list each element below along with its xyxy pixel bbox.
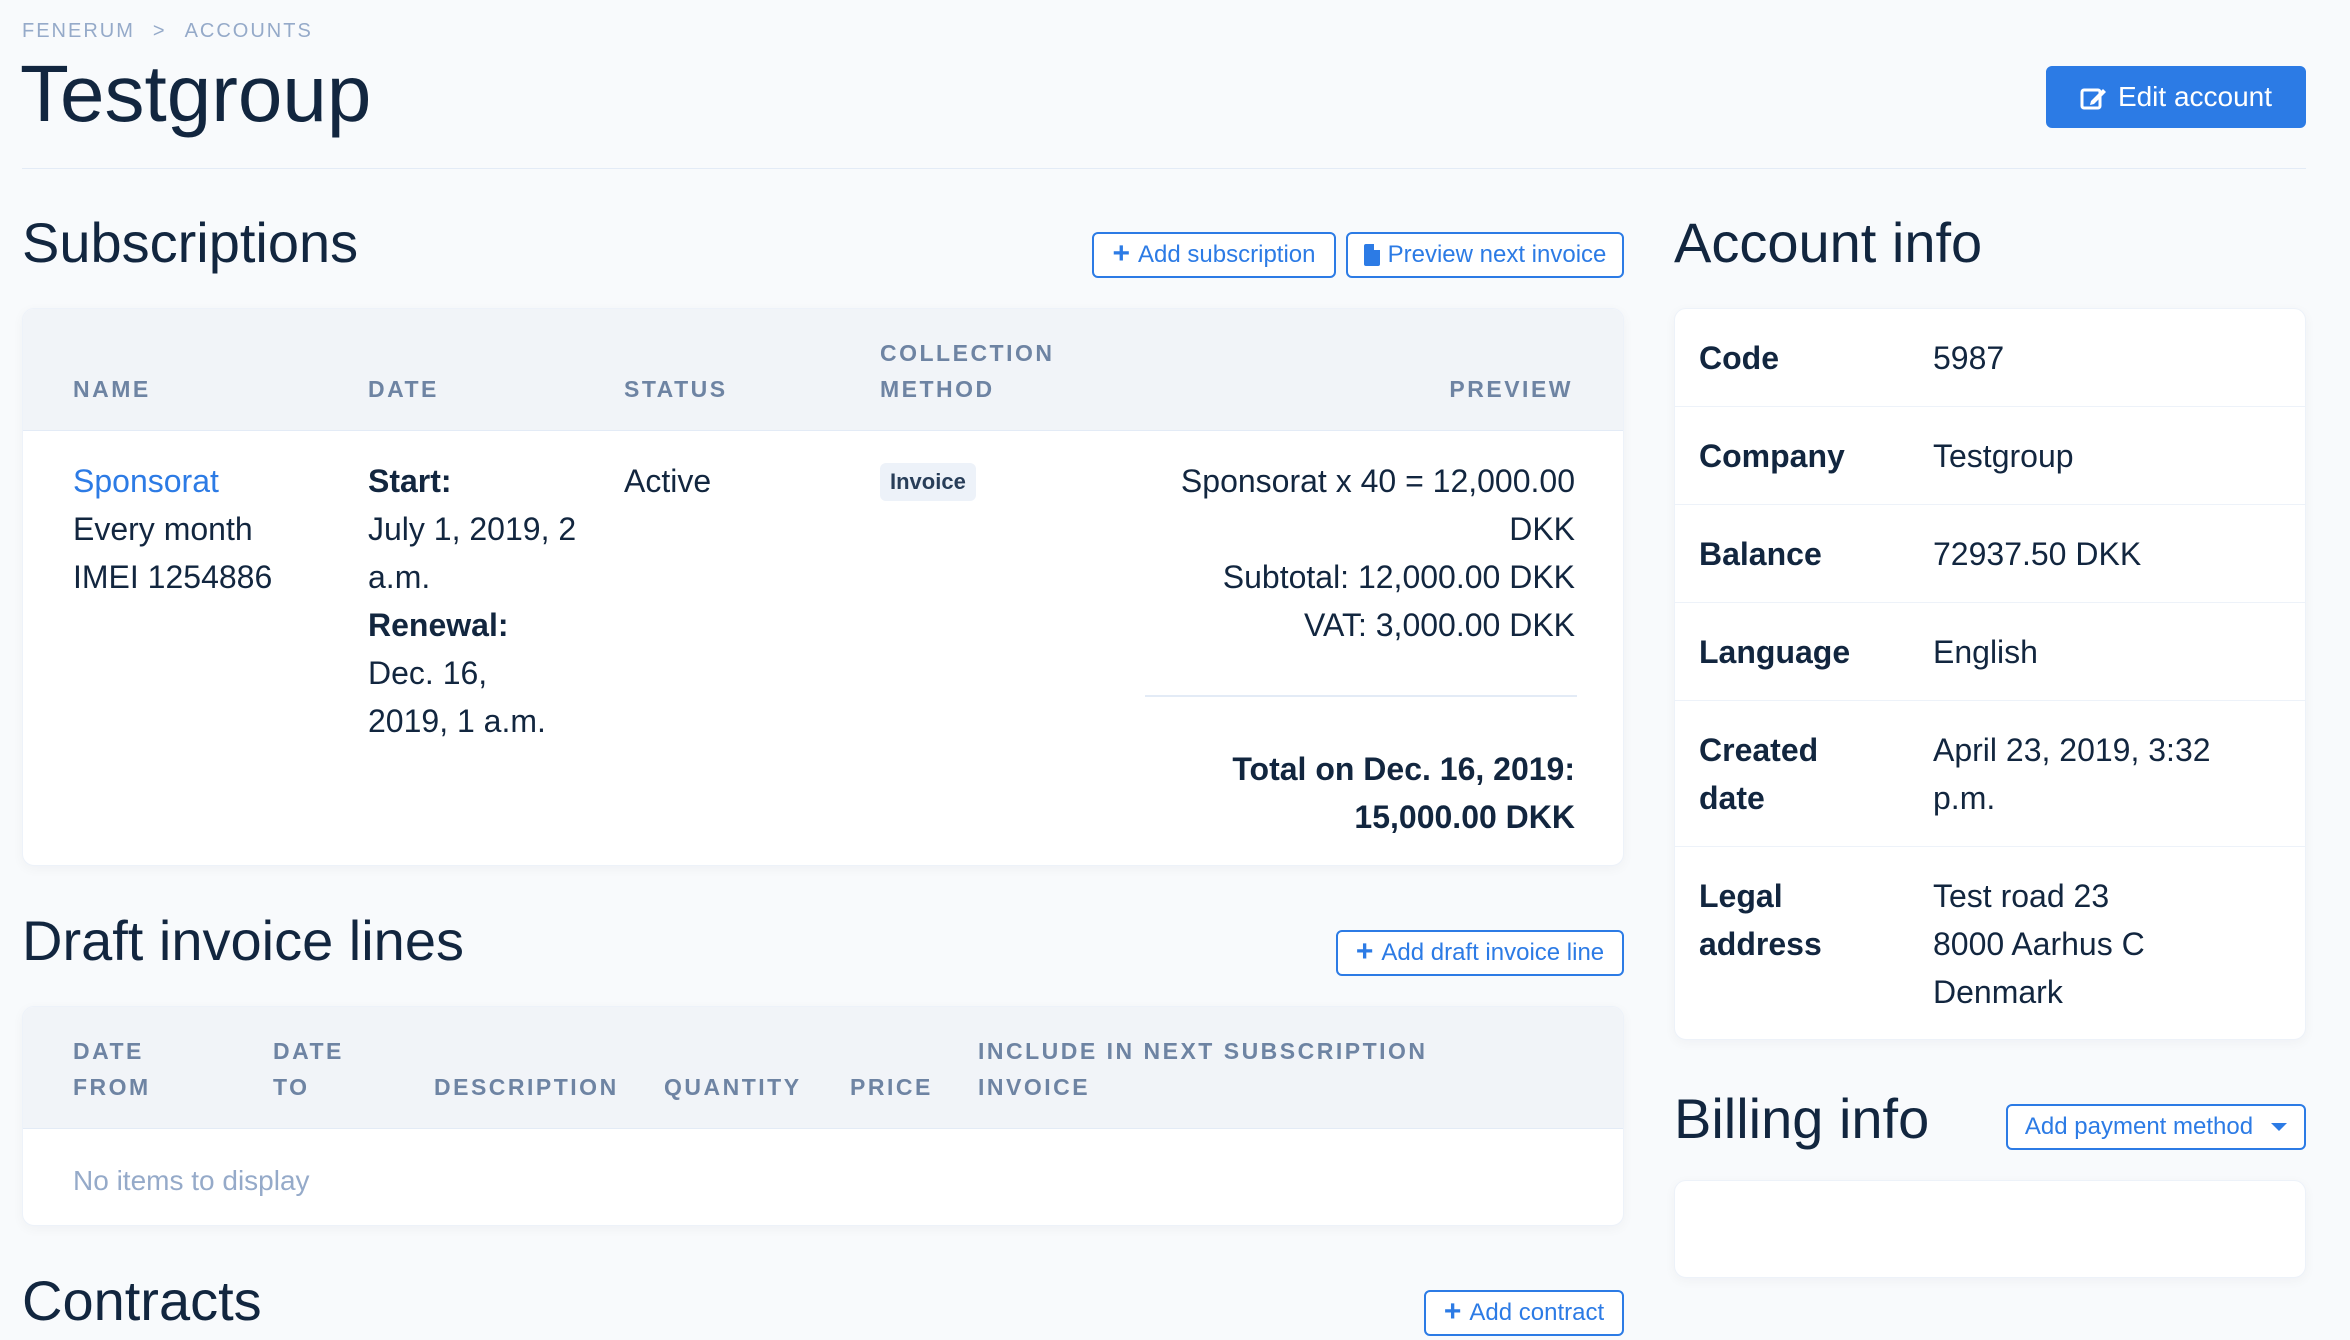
col-include-next-2[interactable]: INVOICE: [978, 1069, 1090, 1105]
edit-account-button[interactable]: Edit account: [2046, 66, 2306, 128]
start-date-line1: July 1, 2019, 2: [368, 511, 577, 547]
code-value: 5987: [1933, 340, 2005, 376]
collection-method-badge: Invoice: [880, 463, 976, 501]
col-date-from[interactable]: DATE: [73, 1033, 144, 1069]
start-date-line2: a.m.: [368, 559, 431, 595]
caret-down-icon: [2271, 1123, 2288, 1131]
col-collection[interactable]: COLLECTION: [880, 335, 1055, 371]
col-name[interactable]: NAME: [73, 371, 151, 407]
col-include-next[interactable]: INCLUDE IN NEXT SUBSCRIPTION: [978, 1033, 1428, 1069]
legal-value-3: Denmark: [1933, 974, 2063, 1010]
draft-invoice-lines-table: DATE FROM DATE TO DESCRIPTION QUANTITY P…: [22, 1006, 1624, 1226]
col-method[interactable]: METHOD: [880, 371, 995, 407]
page: FENERUM > ACCOUNTS Testgroup Edit accoun…: [0, 0, 2350, 1340]
add-subscription-label: Add subscription: [1138, 241, 1316, 268]
contracts-title: Contracts: [22, 1269, 262, 1332]
preview-divider: [1145, 695, 1577, 697]
subscriptions-table: NAME DATE STATUS COLLECTION METHOD PREVI…: [22, 308, 1624, 866]
breadcrumb-separator: >: [152, 20, 167, 42]
account-info-title: Account info: [1674, 211, 1983, 274]
col-price[interactable]: PRICE: [850, 1069, 933, 1105]
created-label-2: date: [1699, 780, 1765, 816]
info-row-legal-address: Legal address Test road 23 8000 Aarhus C…: [1675, 847, 2305, 1039]
legal-value-2: 8000 Aarhus C: [1933, 926, 2145, 962]
add-contract-label: Add contract: [1469, 1299, 1605, 1326]
add-draft-invoice-line-label: Add draft invoice line: [1381, 939, 1605, 966]
account-info-card: Code 5987 Company Testgroup Balance 7293…: [1674, 308, 2306, 1040]
preview-invoice-button[interactable]: Preview next invoice: [1346, 232, 1624, 278]
col-date-from-2[interactable]: FROM: [73, 1069, 151, 1105]
empty-state: No items to display: [73, 1165, 310, 1196]
breadcrumb-current[interactable]: ACCOUNTS: [185, 20, 313, 43]
breadcrumb-root[interactable]: FENERUM: [22, 20, 135, 43]
info-row-company: Company Testgroup: [1675, 407, 2305, 505]
draft-table-header: DATE FROM DATE TO DESCRIPTION QUANTITY P…: [23, 1007, 1623, 1129]
add-payment-method-label: Add payment method: [2024, 1113, 2254, 1140]
col-status[interactable]: STATUS: [624, 371, 728, 407]
info-row-created: Created date April 23, 2019, 3:32 p.m.: [1675, 701, 2305, 847]
preview-vat: VAT: 3,000.00 DKK: [1304, 607, 1575, 643]
balance-value: 72937.50 DKK: [1933, 536, 2142, 572]
start-label: Start:: [368, 463, 452, 499]
col-preview[interactable]: PREVIEW: [1449, 371, 1573, 407]
subscription-name-link[interactable]: Sponsorat: [73, 457, 219, 505]
plus-icon: +: [1443, 1295, 1462, 1328]
legal-value-1: Test road 23: [1933, 878, 2110, 914]
subscriptions-title: Subscriptions: [22, 211, 359, 274]
col-quantity[interactable]: QUANTITY: [664, 1069, 802, 1105]
col-description[interactable]: DESCRIPTION: [434, 1069, 619, 1105]
subscriptions-table-header: NAME DATE STATUS COLLECTION METHOD PREVI…: [23, 309, 1623, 431]
renewal-date-line1: Dec. 16,: [368, 655, 488, 691]
edit-icon: [2080, 84, 2106, 110]
add-draft-invoice-line-button[interactable]: + Add draft invoice line: [1336, 930, 1624, 976]
subscription-status: Active: [624, 463, 712, 499]
draft-invoice-lines-title: Draft invoice lines: [22, 909, 464, 972]
add-subscription-button[interactable]: + Add subscription: [1092, 232, 1336, 278]
page-title: Testgroup: [20, 49, 372, 138]
renewal-label: Renewal:: [368, 607, 509, 643]
preview-currency: DKK: [1509, 511, 1575, 547]
preview-subtotal: Subtotal: 12,000.00 DKK: [1222, 559, 1575, 595]
created-label-1: Created: [1699, 732, 1819, 768]
created-value-2: p.m.: [1933, 780, 1996, 816]
col-date-to[interactable]: DATE: [273, 1033, 344, 1069]
renewal-date-line2: 2019, 1 a.m.: [368, 703, 546, 739]
company-value: Testgroup: [1933, 438, 2074, 474]
legal-label-1: Legal: [1699, 878, 1783, 914]
legal-label-2: address: [1699, 926, 1822, 962]
company-label: Company: [1699, 438, 1845, 474]
plus-icon: +: [1112, 237, 1131, 270]
language-value: English: [1933, 634, 2038, 670]
billing-info-card: [1674, 1180, 2306, 1278]
preview-invoice-label: Preview next invoice: [1387, 241, 1607, 268]
col-date[interactable]: DATE: [368, 371, 439, 407]
preview-line: Sponsorat x 40 = 12,000.00: [1180, 463, 1575, 499]
subscription-imei: IMEI 1254886: [73, 559, 273, 595]
code-label: Code: [1699, 340, 1779, 376]
info-row-balance: Balance 72937.50 DKK: [1675, 505, 2305, 603]
balance-label: Balance: [1699, 536, 1822, 572]
col-date-to-2[interactable]: TO: [273, 1069, 310, 1105]
billing-info-title: Billing info: [1674, 1087, 1930, 1150]
add-payment-method-button[interactable]: Add payment method: [2006, 1104, 2306, 1150]
preview-total-value: 15,000.00 DKK: [1354, 799, 1575, 835]
document-icon: [1363, 244, 1380, 266]
language-label: Language: [1699, 634, 1851, 670]
preview-total-label: Total on Dec. 16, 2019:: [1232, 751, 1575, 787]
plus-icon: +: [1355, 935, 1374, 968]
header-divider: [22, 168, 2306, 169]
breadcrumb: FENERUM > ACCOUNTS: [22, 20, 313, 43]
info-row-code: Code 5987: [1675, 309, 2305, 407]
subscription-frequency: Every month: [73, 511, 253, 547]
info-row-language: Language English: [1675, 603, 2305, 701]
created-value-1: April 23, 2019, 3:32: [1933, 732, 2211, 768]
add-contract-button[interactable]: + Add contract: [1424, 1290, 1624, 1336]
edit-account-label: Edit account: [2117, 81, 2273, 112]
